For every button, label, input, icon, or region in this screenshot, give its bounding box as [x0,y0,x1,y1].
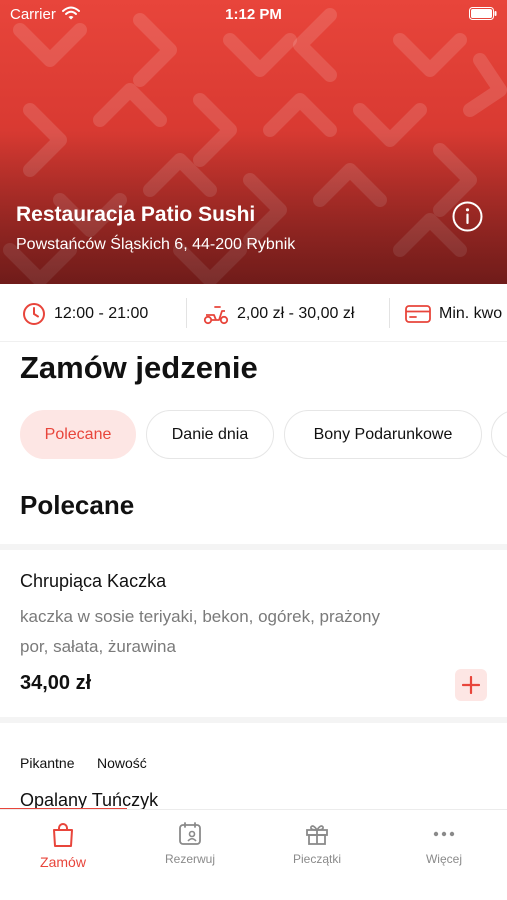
min-order-text: Min. kwo [439,305,503,322]
add-to-cart-button[interactable] [455,669,487,701]
calendar-person-icon [179,822,201,845]
info-icon[interactable] [452,201,483,232]
bottom-tab-bar: Zamów Rezerwuj Pieczątki Więcej [0,809,507,900]
item-divider [0,717,507,723]
status-time: 1:12 PM [225,6,282,23]
tab-zamow[interactable]: Zamów [0,822,126,882]
info-separator [389,298,390,328]
more-dots-icon [433,831,455,837]
restaurant-hero-banner: Carrier 1:12 PM Restauracja Patio Sushi … [0,0,507,284]
category-chip-danie-dnia[interactable]: Danie dnia [146,410,274,459]
menu-item-description-line: kaczka w sosie teriyaki, bekon, ogórek, … [20,607,381,626]
section-title: Polecane [20,490,135,520]
category-chip-more[interactable] [491,410,507,459]
clock-icon [23,303,45,325]
category-chip-polecane[interactable]: Polecane [20,410,136,459]
card-icon [405,305,431,323]
opening-hours: 12:00 - 21:00 [22,303,148,325]
tab-label: Więcej [425,852,462,866]
menu-item-name: Chrupiąca Kaczka [20,571,167,591]
restaurant-info-strip: 12:00 - 21:00 2,00 zł - 30,00 zł Min. kw… [0,284,507,342]
opening-hours-text: 12:00 - 21:00 [54,305,149,322]
scooter-icon [203,306,229,325]
delivery-cost: 2,00 zł - 30,00 zł [203,303,354,325]
tab-rezerwuj[interactable]: Rezerwuj [127,822,253,882]
info-separator [186,298,187,328]
tab-label: Pieczątki [292,852,342,866]
category-chip-bony-podarunkowe[interactable]: Bony Podarunkowe [284,410,482,459]
item-tag-nowosc: Nowość [97,755,147,771]
tab-label: Rezerwuj [164,852,215,866]
item-tag-pikantne: Pikantne [20,755,75,771]
menu-item-price: 34,00 zł [20,672,92,694]
section-divider [0,544,507,550]
restaurant-name: Restauracja Patio Sushi [16,203,256,226]
battery-icon [469,7,497,20]
tab-wiecej[interactable]: Więcej [381,822,507,882]
delivery-cost-text: 2,00 zł - 30,00 zł [237,305,355,322]
order-title: Zamów jedzenie [20,350,258,385]
tab-pieczatki[interactable]: Pieczątki [254,822,380,882]
category-chips: Polecane Danie dnia Bony Podarunkowe [0,410,507,460]
status-bar: Carrier 1:12 PM [0,0,507,30]
bag-icon [53,823,73,847]
plus-icon [462,676,480,694]
gift-icon [306,825,328,845]
menu-item-description-line: por, sałata, żurawina [20,637,176,656]
tab-label: Zamów [40,854,86,870]
restaurant-address: Powstańców Śląskich 6, 44-200 Rybnik [16,236,296,253]
min-order: Min. kwo [405,303,502,325]
